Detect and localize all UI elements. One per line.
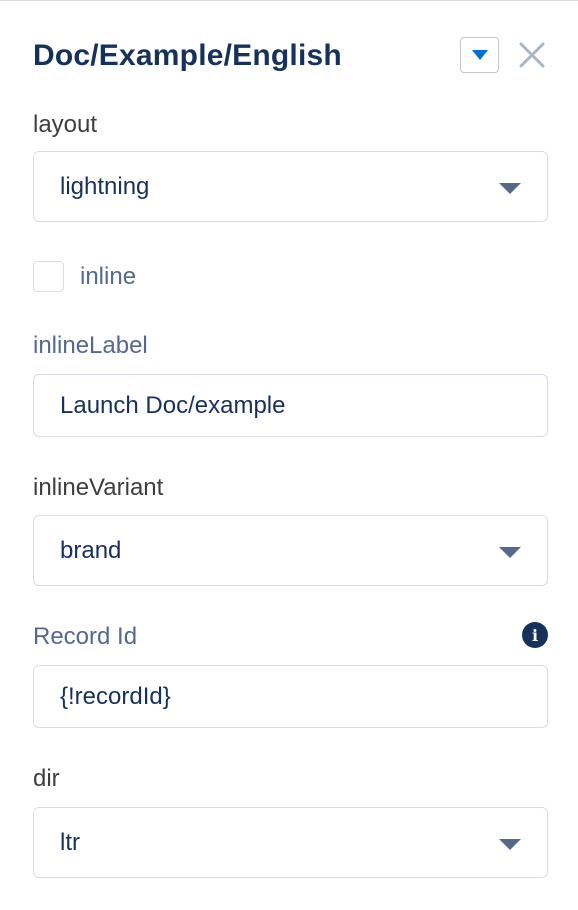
layout-label: layout — [33, 111, 98, 138]
inline-variant-label: inlineVariant — [33, 474, 164, 501]
inline-label-input[interactable]: Launch Doc/example — [33, 374, 548, 437]
caret-down-icon — [499, 838, 521, 850]
layout-select[interactable]: lightning — [33, 151, 548, 222]
dir-label: dir — [33, 765, 60, 792]
inline-label-label: inlineLabel — [33, 332, 148, 359]
dir-select[interactable]: ltr — [33, 807, 548, 878]
close-icon — [519, 42, 545, 68]
record-id-input-value: {!recordId} — [60, 682, 171, 710]
record-id-input[interactable]: {!recordId} — [33, 665, 548, 728]
caret-down-icon — [499, 182, 521, 194]
close-button[interactable] — [514, 37, 550, 73]
inline-label-input-value: Launch Doc/example — [60, 391, 286, 419]
inline-checkbox-label: inline — [80, 263, 137, 290]
panel-header: Doc/Example/English — [33, 36, 548, 76]
properties-panel: Doc/Example/English layout lightning inl… — [0, 0, 578, 910]
record-id-label: Record Id — [33, 623, 138, 650]
panel-title: Doc/Example/English — [33, 39, 342, 72]
inline-variant-select-value: brand — [60, 536, 122, 564]
dir-select-value: ltr — [60, 828, 80, 856]
chevron-down-icon — [471, 50, 488, 60]
info-icon[interactable]: i — [522, 622, 548, 648]
menu-dropdown-button[interactable] — [460, 37, 499, 73]
layout-select-value: lightning — [60, 172, 150, 200]
inline-checkbox[interactable] — [33, 261, 64, 292]
caret-down-icon — [499, 546, 521, 558]
inline-variant-select[interactable]: brand — [33, 515, 548, 586]
